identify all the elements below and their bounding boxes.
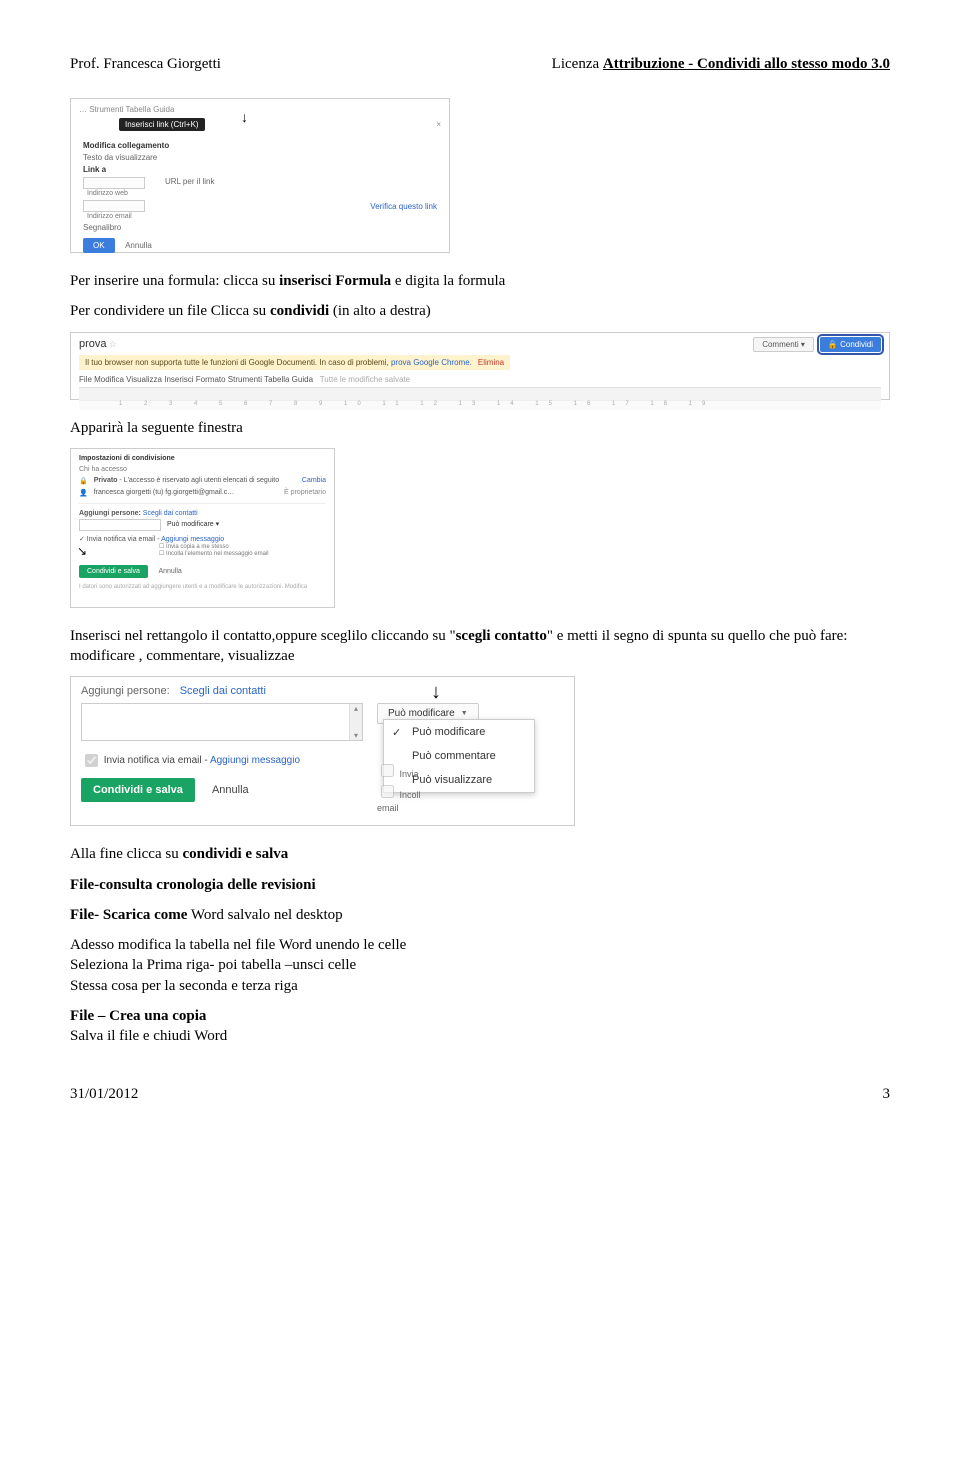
paragraph: File-consulta cronologia delle revisioni xyxy=(70,875,890,895)
lock-icon: 🔒 xyxy=(79,477,88,485)
notify-checkbox xyxy=(85,754,98,767)
screenshot-add-people: ↓ Aggiungi persone:Scegli dai contatti ▴… xyxy=(70,676,575,826)
arrow-icon: ↘ xyxy=(77,544,87,558)
people-input xyxy=(79,519,161,531)
paragraph: Alla fine clicca su condividi e salva xyxy=(70,844,890,864)
person-icon: 👤 xyxy=(79,489,88,497)
paragraph: Apparirà la seguente finestra xyxy=(70,418,890,438)
page-footer: 31/01/2012 3 xyxy=(70,1086,890,1103)
email-address-box xyxy=(83,200,145,212)
browser-warning: Il tuo browser non supporta tutte le fun… xyxy=(79,355,510,370)
header-author: Prof. Francesca Giorgetti xyxy=(70,56,221,73)
paragraph: Per inserire una formula: clicca su inse… xyxy=(70,271,890,291)
header-license: Licenza Attribuzione - Condividi allo st… xyxy=(552,56,890,73)
cancel-button: Annulla xyxy=(212,784,249,796)
paragraph: Seleziona la Prima riga- poi tabella –un… xyxy=(70,955,890,975)
screenshot-docs-header: prova ☆ Commenti ▾ 🔒 Condividi Il tuo br… xyxy=(70,332,890,400)
comments-button: Commenti ▾ xyxy=(753,337,814,352)
share-save-button: Condividi e salva xyxy=(81,778,195,802)
arrow-icon: ↓ xyxy=(431,681,441,704)
tooltip: Inserisci link (Ctrl+K) xyxy=(119,118,205,131)
paragraph: Adesso modifica la tabella nel file Word… xyxy=(70,935,890,955)
screenshot-sharing-settings: ↘ Impostazioni di condivisione Chi ha ac… xyxy=(70,448,335,608)
people-input: ▴▾ xyxy=(81,703,363,741)
paragraph: File- Scarica come Word salvalo nel desk… xyxy=(70,905,890,925)
paragraph: Stessa cosa per la seconda e terza riga xyxy=(70,976,890,996)
footer-date: 31/01/2012 xyxy=(70,1086,138,1103)
star-icon: ☆ xyxy=(109,339,117,349)
arrow-icon: ↓ xyxy=(241,109,248,125)
screenshot-insert-link: ↓ … Strumenti Tabella Guida Inserisci li… xyxy=(70,98,450,253)
web-address-box xyxy=(83,177,145,189)
menu-item-edit: Può modificare xyxy=(384,720,534,744)
cancel-button: Annulla xyxy=(125,241,152,250)
page-header: Prof. Francesca Giorgetti Licenza Attrib… xyxy=(70,56,890,73)
share-save-button: Condividi e salva xyxy=(79,565,148,578)
paragraph: Salva il file e chiudi Word xyxy=(70,1026,890,1046)
paragraph: File – Crea una copia xyxy=(70,1006,890,1026)
footer-page: 3 xyxy=(883,1086,891,1103)
share-button: 🔒 Condividi xyxy=(820,337,881,352)
paragraph: Inserisci nel rettangolo il contatto,opp… xyxy=(70,626,890,667)
ok-button: OK xyxy=(83,238,115,253)
paragraph: Per condividere un file Clicca su condiv… xyxy=(70,301,890,321)
